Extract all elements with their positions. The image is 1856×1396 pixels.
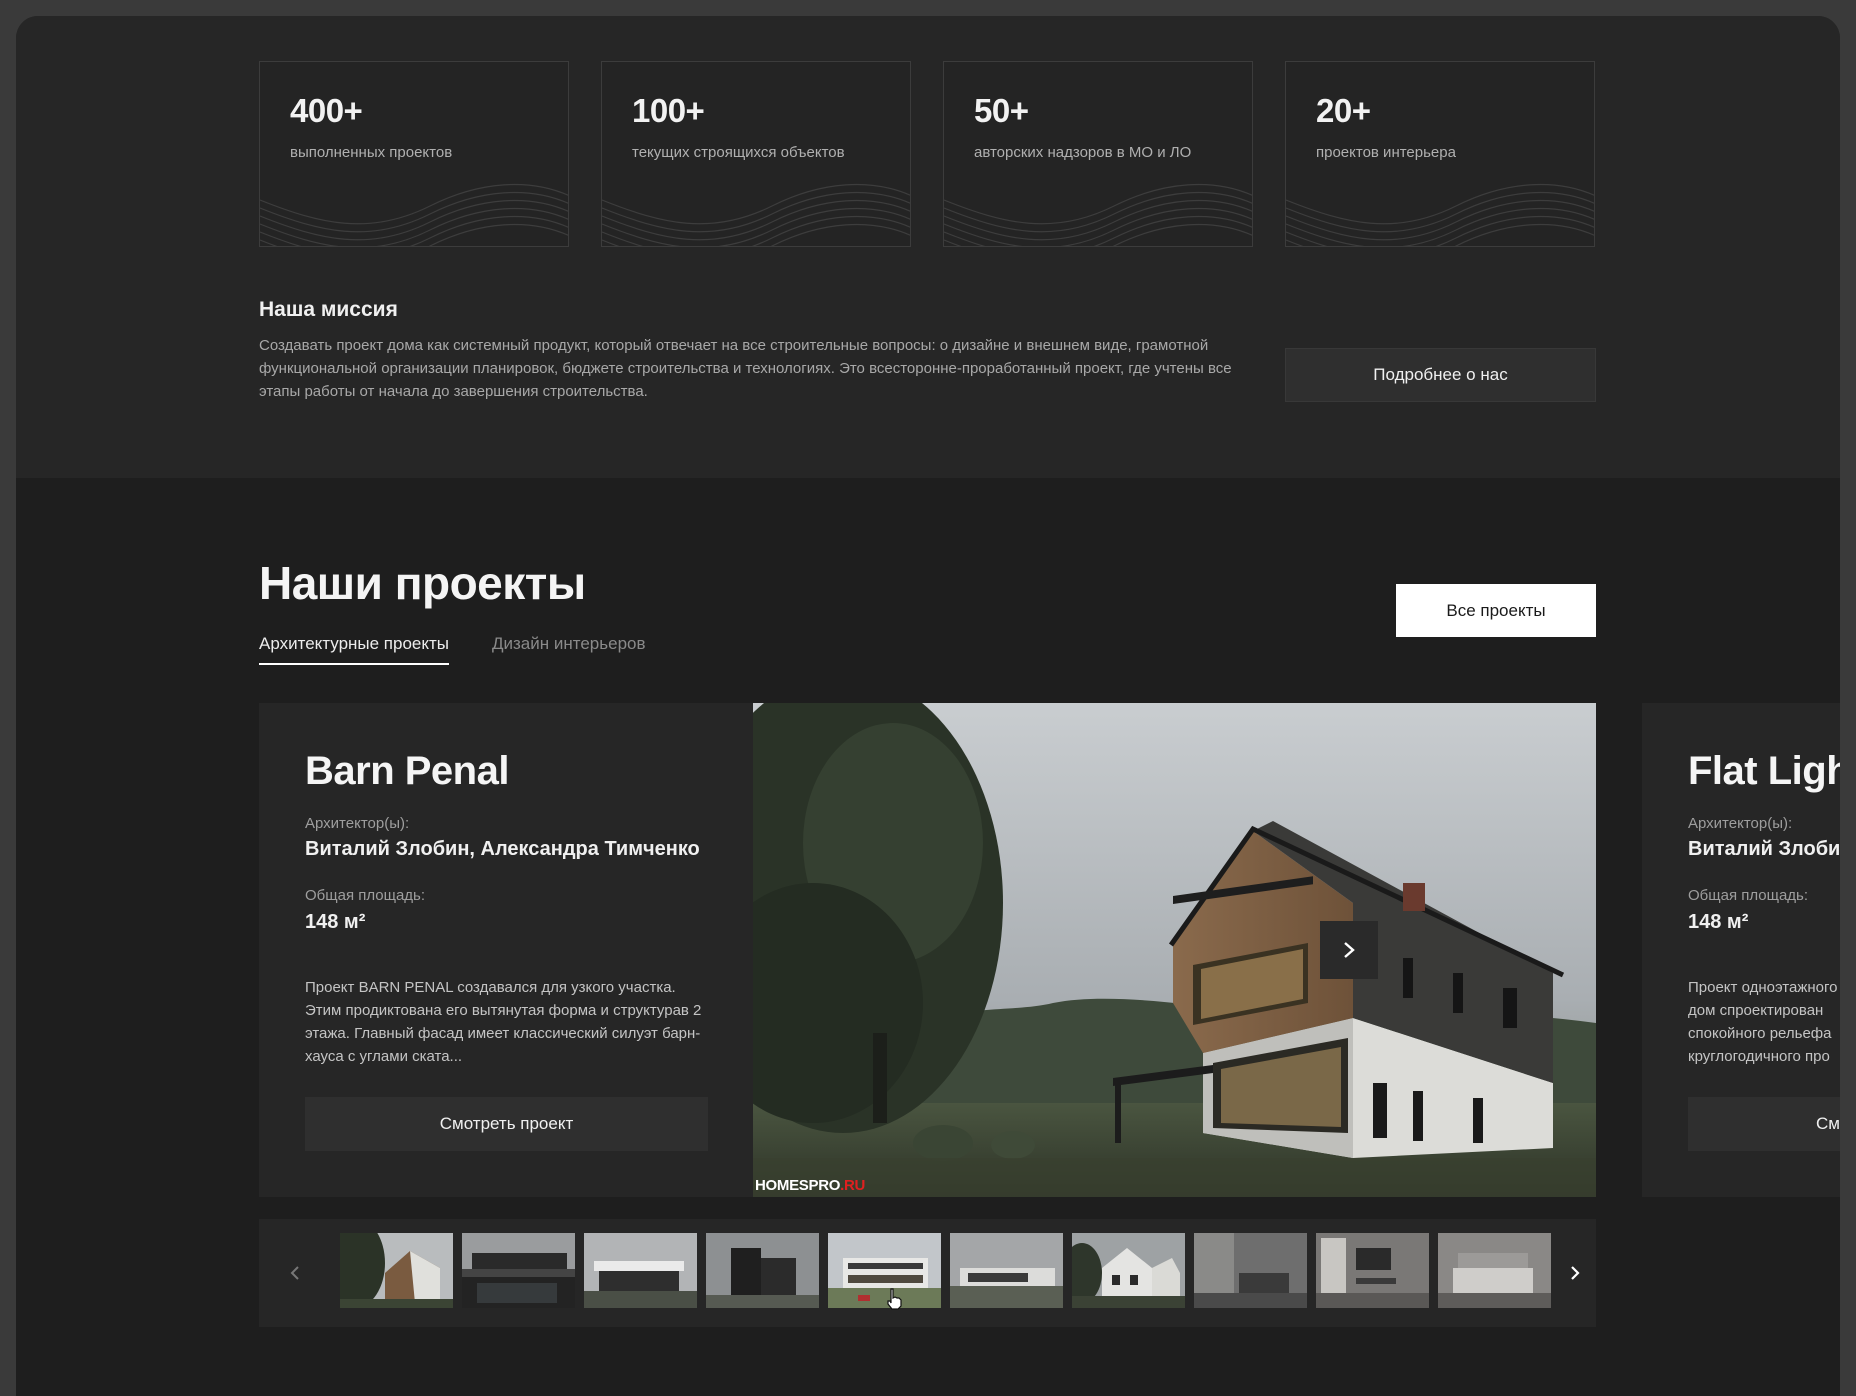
project-title: Barn Penal [305,749,509,793]
carousel-next-button[interactable] [1320,921,1378,979]
chevron-left-icon [290,1266,299,1280]
project-card-next: Flat Light Архитектор(ы): Виталий Злобин… [1642,703,1840,1197]
house-render [753,703,1596,1197]
project-info: Barn Penal Архитектор(ы): Виталий Злобин… [259,703,753,1197]
stat-value: 50+ [974,92,1029,129]
area-label: Общая площадь: [1688,887,1809,904]
thumbnail-interior-dining[interactable] [1316,1233,1429,1308]
project-card: Barn Penal Архитектор(ы): Виталий Злобин… [259,703,1596,1197]
thumbs-prev-button[interactable] [275,1231,315,1315]
mission-text: Создавать проект дома как системный прод… [259,337,1232,400]
stat-card: 20+ проектов интерьера [1285,61,1595,247]
thumbnail-house-pool[interactable] [462,1233,575,1308]
architect-label: Архитектор(ы): [305,815,410,832]
thumbnail-interior-kitchen-grey[interactable] [1194,1233,1307,1308]
page-frame: 400+ выполненных проектов 100+ текущих с… [16,16,1840,1396]
thumbnail-house-flat[interactable] [950,1233,1063,1308]
thumbs-next-button[interactable] [1555,1231,1595,1315]
thumbnail-strip [259,1219,1596,1327]
wave-pattern [260,183,568,246]
stat-value: 20+ [1316,92,1371,129]
wave-pattern [602,183,910,246]
stat-label: проектов интерьера [1316,144,1456,161]
thumbnail-interior-bedroom[interactable] [1438,1233,1551,1308]
stat-value: 100+ [632,92,705,129]
architect-names: Виталий Злобин [1688,838,1840,860]
about-section: 400+ выполненных проектов 100+ текущих с… [16,16,1840,478]
stat-value: 400+ [290,92,363,129]
architect-names: Виталий Злобин, Александра Тимченко [305,838,700,860]
wave-pattern [1286,183,1594,246]
watermark-logo: HOMESPRO.RU [755,1177,866,1194]
about-us-button[interactable]: Подробнее о нас [1285,348,1596,402]
chevron-right-icon [1344,942,1355,958]
chevron-right-icon [1571,1266,1580,1280]
stat-card: 400+ выполненных проектов [259,61,569,247]
view-project-button[interactable]: Смотреть проект [305,1097,708,1151]
mission-title: Наша миссия [259,298,398,321]
projects-section: Наши проекты Все проекты Архитектурные п… [16,478,1840,1396]
project-title: Flat Light [1688,749,1840,793]
stat-label: текущих строящихся объектов [632,144,845,161]
stat-label: авторских надзоров в МО и ЛО [974,144,1192,161]
tab-interior-design[interactable]: Дизайн интерьеров [492,634,646,654]
architect-label: Архитектор(ы): [1688,815,1793,832]
area-label: Общая площадь: [305,887,426,904]
thumbnail-house-dark-cubes[interactable] [706,1233,819,1308]
area-value: 148 м² [1688,911,1749,933]
thumbnail-house-modern[interactable] [584,1233,697,1308]
stat-label: выполненных проектов [290,144,453,161]
project-image[interactable]: HOMESPRO.RU [753,703,1596,1197]
thumbnail-house-gable-cottage[interactable] [1072,1233,1185,1308]
project-description: Проект BARN PENAL создавался для узкого … [305,979,702,1065]
area-value: 148 м² [305,911,366,933]
projects-title: Наши проекты [259,557,586,609]
project-description: Проект одноэтажного дом спроектирован сп… [1688,979,1838,1065]
stat-card: 100+ текущих строящихся объектов [601,61,911,247]
view-project-button[interactable]: Смотреть проект [1688,1097,1840,1151]
wave-pattern [944,183,1252,246]
all-projects-button[interactable]: Все проекты [1396,584,1596,637]
thumbnail-house-barn[interactable] [340,1233,453,1308]
hand-pointer-icon [887,1288,902,1310]
stat-card: 50+ авторских надзоров в МО и ЛО [943,61,1253,247]
tab-architecture[interactable]: Архитектурные проекты [259,634,450,665]
